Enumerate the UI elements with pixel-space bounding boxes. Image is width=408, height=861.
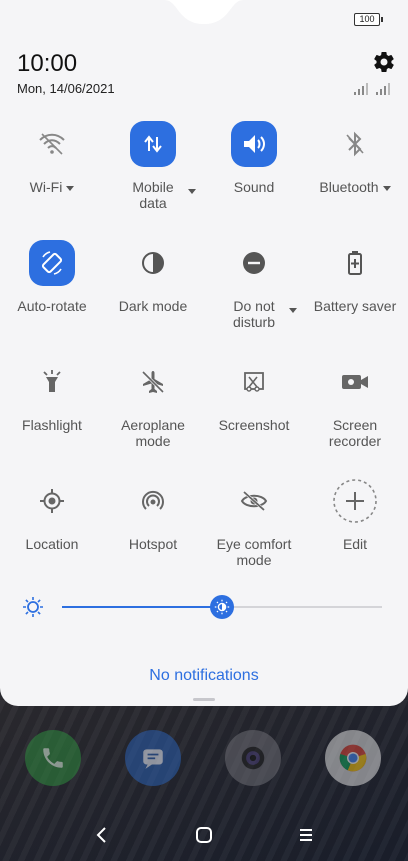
chrome-app-icon[interactable] — [325, 730, 381, 786]
tile-battery-saver[interactable]: Battery saver — [304, 240, 406, 350]
add-icon — [332, 478, 378, 524]
auto-rotate-icon — [29, 240, 75, 286]
tile-label: Eye comfort — [216, 536, 292, 552]
dropdown-caret-icon[interactable] — [66, 185, 75, 191]
tile-label: data — [139, 195, 167, 211]
flashlight-icon — [29, 359, 75, 405]
tile-flashlight[interactable]: Flashlight — [1, 359, 103, 469]
battery-saver-icon — [332, 240, 378, 286]
signal-strength-icon — [376, 83, 390, 95]
eye-comfort-icon — [231, 478, 277, 524]
screenshot-icon — [231, 359, 277, 405]
tile-mobile-data[interactable]: Mobile data — [102, 121, 204, 231]
tile-label: Auto-rotate — [17, 298, 87, 314]
tile-screen-recorder[interactable]: Screen recorder — [304, 359, 406, 469]
dark-mode-icon — [130, 240, 176, 286]
screen-recorder-icon — [332, 359, 378, 405]
tile-label: Bluetooth — [319, 179, 379, 195]
brightness-low-icon — [22, 596, 44, 618]
navigation-bar — [0, 815, 408, 855]
tile-label: Battery saver — [313, 298, 397, 314]
tile-eye-comfort[interactable]: Eye comfort mode — [203, 478, 305, 588]
tile-label: Dark mode — [118, 298, 188, 314]
hotspot-icon — [130, 478, 176, 524]
do-not-disturb-icon — [231, 240, 277, 286]
signal-strength-icon — [354, 83, 368, 95]
tile-label: Hotspot — [128, 536, 178, 552]
panel-drag-handle[interactable] — [193, 698, 215, 701]
tile-label: Aeroplane — [121, 417, 185, 433]
tile-wifi[interactable]: Wi-Fi — [1, 121, 103, 231]
dropdown-caret-icon[interactable] — [289, 308, 297, 313]
recents-icon[interactable] — [294, 823, 318, 847]
quick-settings-panel: 100 10:00 Mon, 14/06/2021 Wi-Fi Mobile da… — [0, 0, 408, 706]
location-icon — [29, 478, 75, 524]
tile-label: Screenshot — [218, 417, 290, 433]
tile-sound[interactable]: Sound — [203, 121, 305, 231]
signal-indicators — [354, 83, 390, 95]
battery-indicator: 100 — [354, 13, 383, 26]
wifi-icon — [29, 121, 75, 167]
tile-do-not-disturb[interactable]: Do not disturb — [203, 240, 305, 350]
tile-dark-mode[interactable]: Dark mode — [102, 240, 204, 350]
tile-aeroplane-mode[interactable]: Aeroplane mode — [102, 359, 204, 469]
tile-label: Wi-Fi — [29, 179, 63, 195]
tile-label: recorder — [328, 433, 382, 449]
bluetooth-icon — [332, 121, 378, 167]
tile-edit[interactable]: Edit — [304, 478, 406, 588]
tile-label: Flashlight — [22, 417, 82, 433]
messages-app-icon[interactable] — [125, 730, 181, 786]
tile-auto-rotate[interactable]: Auto-rotate — [1, 240, 103, 350]
tile-label: Location — [25, 536, 79, 552]
no-notifications-text: No notifications — [149, 667, 259, 684]
tile-label: mode — [135, 433, 171, 449]
tile-label: disturb — [232, 314, 276, 330]
mobile-data-icon — [130, 121, 176, 167]
tile-hotspot[interactable]: Hotspot — [102, 478, 204, 588]
tile-screenshot[interactable]: Screenshot — [203, 359, 305, 469]
tile-label: Sound — [233, 179, 275, 195]
date: Mon, 14/06/2021 — [17, 81, 115, 96]
back-icon[interactable] — [90, 823, 114, 847]
settings-gear-icon[interactable] — [372, 50, 396, 74]
home-dock — [0, 730, 408, 790]
sound-icon — [231, 121, 277, 167]
tile-location[interactable]: Location — [1, 478, 103, 588]
tile-label: Screen — [332, 417, 378, 433]
dropdown-caret-icon[interactable] — [188, 189, 196, 194]
clock: 10:00 — [17, 50, 78, 77]
brightness-control — [0, 590, 408, 624]
dropdown-caret-icon[interactable] — [382, 185, 391, 191]
tile-label: Edit — [342, 536, 368, 552]
brightness-slider-fill — [62, 606, 222, 608]
brightness-slider[interactable] — [62, 595, 382, 619]
aeroplane-icon — [130, 359, 176, 405]
tile-label: mode — [236, 552, 272, 568]
camera-app-icon[interactable] — [225, 730, 281, 786]
camera-notch — [0, 0, 408, 40]
brightness-slider-thumb[interactable] — [210, 595, 234, 619]
phone-app-icon[interactable] — [25, 730, 81, 786]
home-icon[interactable] — [192, 823, 216, 847]
tile-bluetooth[interactable]: Bluetooth — [304, 121, 406, 231]
